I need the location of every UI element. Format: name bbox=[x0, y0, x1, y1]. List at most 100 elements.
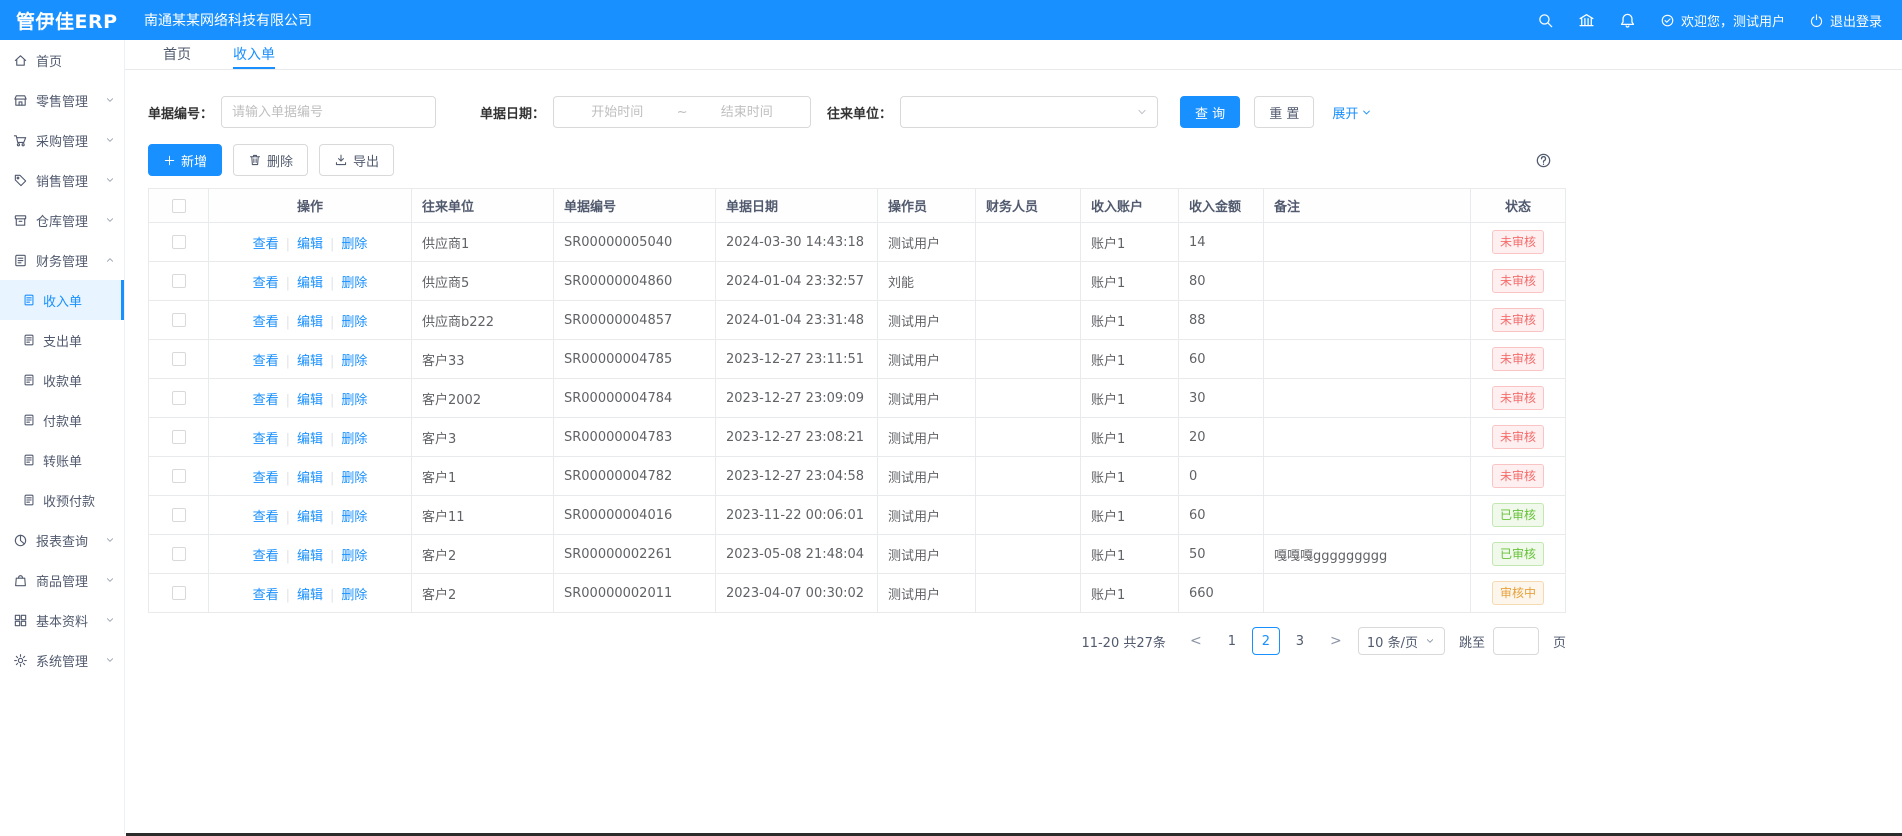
sidebar-subitem-transfer[interactable]: 转账单 bbox=[0, 440, 124, 480]
pagination-total: 11-20 共27条 bbox=[1081, 632, 1165, 651]
welcome-user[interactable]: 欢迎您，测试用户 bbox=[1660, 11, 1785, 30]
row-checkbox[interactable] bbox=[172, 508, 186, 522]
row-action-view[interactable]: 查看 bbox=[253, 432, 279, 447]
date-end-input[interactable] bbox=[691, 105, 802, 120]
row-checkbox[interactable] bbox=[172, 352, 186, 366]
row-action-delete[interactable]: 删除 bbox=[341, 315, 367, 330]
row-checkbox[interactable] bbox=[172, 313, 186, 327]
row-action-delete[interactable]: 删除 bbox=[341, 471, 367, 486]
row-action-delete[interactable]: 删除 bbox=[341, 237, 367, 252]
column-header: 备注 bbox=[1264, 189, 1471, 223]
home-building-icon[interactable] bbox=[1578, 12, 1595, 29]
row-checkbox[interactable] bbox=[172, 469, 186, 483]
row-action-delete[interactable]: 删除 bbox=[341, 354, 367, 369]
cell-date: 2024-03-30 14:43:18 bbox=[716, 223, 878, 262]
row-action-edit[interactable]: 编辑 bbox=[297, 315, 323, 330]
row-action-delete[interactable]: 删除 bbox=[341, 393, 367, 408]
row-checkbox[interactable] bbox=[172, 274, 186, 288]
sidebar-subitem-receipt[interactable]: 收款单 bbox=[0, 360, 124, 400]
row-action-view[interactable]: 查看 bbox=[253, 315, 279, 330]
row-checkbox[interactable] bbox=[172, 430, 186, 444]
delete-button[interactable]: 删除 bbox=[233, 144, 308, 176]
row-action-view[interactable]: 查看 bbox=[253, 393, 279, 408]
sidebar-item-home[interactable]: 首页 bbox=[0, 40, 124, 80]
row-action-edit[interactable]: 编辑 bbox=[297, 588, 323, 603]
search-button[interactable]: 查 询 bbox=[1180, 96, 1240, 128]
action-divider: | bbox=[286, 432, 290, 447]
row-action-edit[interactable]: 编辑 bbox=[297, 432, 323, 447]
add-button[interactable]: 新增 bbox=[148, 144, 222, 176]
row-action-delete[interactable]: 删除 bbox=[341, 510, 367, 525]
row-action-edit[interactable]: 编辑 bbox=[297, 237, 323, 252]
sidebar-subitem-label: 收入单 bbox=[43, 291, 82, 310]
help-icon[interactable] bbox=[1535, 152, 1552, 169]
sidebar-item-sales[interactable]: 销售管理 bbox=[0, 160, 124, 200]
sidebar-item-report[interactable]: 报表查询 bbox=[0, 520, 124, 560]
row-action-view[interactable]: 查看 bbox=[253, 276, 279, 291]
logout-button[interactable]: 退出登录 bbox=[1809, 11, 1882, 30]
row-action-edit[interactable]: 编辑 bbox=[297, 393, 323, 408]
select-all-checkbox[interactable] bbox=[172, 199, 186, 213]
search-icon[interactable] bbox=[1537, 12, 1554, 29]
expand-link[interactable]: 展开 bbox=[1332, 103, 1373, 122]
sidebar-item-warehouse[interactable]: 仓库管理 bbox=[0, 200, 124, 240]
table-row: 查看|编辑|删除客户2SR000000020112023-04-07 00:30… bbox=[149, 574, 1566, 613]
sidebar-item-basic[interactable]: 基本资料 bbox=[0, 600, 124, 640]
page-button-2[interactable]: 2 bbox=[1252, 627, 1280, 655]
cell-operator: 测试用户 bbox=[878, 301, 976, 340]
page-size-select[interactable]: 10 条/页 bbox=[1358, 627, 1445, 655]
next-page-button[interactable]: > bbox=[1322, 627, 1350, 655]
sidebar-item-retail[interactable]: 零售管理 bbox=[0, 80, 124, 120]
date-start-input[interactable] bbox=[562, 105, 673, 120]
export-button[interactable]: 导出 bbox=[319, 144, 394, 176]
row-checkbox[interactable] bbox=[172, 547, 186, 561]
reset-button[interactable]: 重 置 bbox=[1254, 96, 1314, 128]
cell-counterparty: 供应商1 bbox=[412, 223, 554, 262]
row-action-delete[interactable]: 删除 bbox=[341, 588, 367, 603]
table-row: 查看|编辑|删除供应商1SR000000050402024-03-30 14:4… bbox=[149, 223, 1566, 262]
page-button-3[interactable]: 3 bbox=[1286, 627, 1314, 655]
sidebar-item-purchase[interactable]: 采购管理 bbox=[0, 120, 124, 160]
row-action-delete[interactable]: 删除 bbox=[341, 432, 367, 447]
row-action-edit[interactable]: 编辑 bbox=[297, 471, 323, 486]
row-checkbox[interactable] bbox=[172, 235, 186, 249]
row-action-edit[interactable]: 编辑 bbox=[297, 549, 323, 564]
sidebar-item-label: 仓库管理 bbox=[36, 211, 96, 230]
row-checkbox[interactable] bbox=[172, 586, 186, 600]
row-action-edit[interactable]: 编辑 bbox=[297, 354, 323, 369]
sidebar-item-system[interactable]: 系统管理 bbox=[0, 640, 124, 680]
page-button-1[interactable]: 1 bbox=[1218, 627, 1246, 655]
prev-page-button[interactable]: < bbox=[1182, 627, 1210, 655]
counterparty-select[interactable] bbox=[900, 96, 1158, 128]
status-badge: 未审核 bbox=[1492, 386, 1544, 410]
cell-amount: 20 bbox=[1179, 418, 1264, 457]
row-action-view[interactable]: 查看 bbox=[253, 549, 279, 564]
row-action-delete[interactable]: 删除 bbox=[341, 276, 367, 291]
sidebar-item-finance[interactable]: 财务管理 bbox=[0, 240, 124, 280]
row-action-view[interactable]: 查看 bbox=[253, 237, 279, 252]
row-action-view[interactable]: 查看 bbox=[253, 471, 279, 486]
row-actions: 查看|编辑|删除 bbox=[209, 496, 412, 535]
row-action-edit[interactable]: 编辑 bbox=[297, 276, 323, 291]
expand-text: 展开 bbox=[1332, 103, 1358, 122]
row-action-view[interactable]: 查看 bbox=[253, 588, 279, 603]
tab-income[interactable]: 收入单 bbox=[233, 40, 275, 69]
row-checkbox[interactable] bbox=[172, 391, 186, 405]
date-range-picker[interactable]: ~ bbox=[553, 96, 811, 128]
row-action-view[interactable]: 查看 bbox=[253, 510, 279, 525]
sidebar-subitem-expense[interactable]: 支出单 bbox=[0, 320, 124, 360]
doc-no-input[interactable] bbox=[221, 96, 436, 128]
row-action-view[interactable]: 查看 bbox=[253, 354, 279, 369]
sidebar-subitem-income[interactable]: 收入单 bbox=[0, 280, 124, 320]
row-actions: 查看|编辑|删除 bbox=[209, 301, 412, 340]
row-action-delete[interactable]: 删除 bbox=[341, 549, 367, 564]
jump-input[interactable] bbox=[1493, 627, 1539, 655]
row-action-edit[interactable]: 编辑 bbox=[297, 510, 323, 525]
notification-bell-icon[interactable] bbox=[1619, 12, 1636, 29]
sidebar-subitem-advance[interactable]: 收预付款 bbox=[0, 480, 124, 520]
sidebar-item-product[interactable]: 商品管理 bbox=[0, 560, 124, 600]
app-logo: 管伊佳ERP bbox=[16, 7, 128, 34]
status-badge: 未审核 bbox=[1492, 308, 1544, 332]
sidebar-subitem-payment[interactable]: 付款单 bbox=[0, 400, 124, 440]
tab-home[interactable]: 首页 bbox=[163, 40, 191, 69]
